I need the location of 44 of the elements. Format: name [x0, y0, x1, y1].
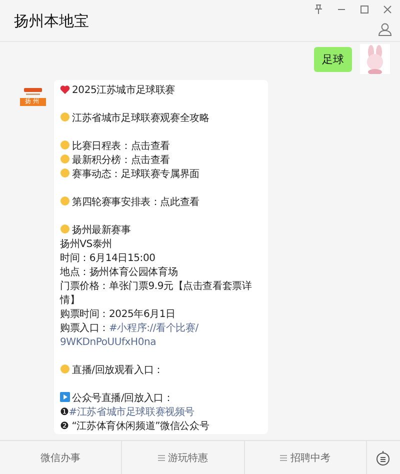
article-line: 门票价格：单张门票9.9元【点击查看套票详情】: [60, 280, 253, 308]
menu-tab[interactable]: 微信办事: [0, 441, 122, 474]
menu-tab[interactable]: 游玩特惠: [122, 441, 245, 474]
heart-icon: [60, 85, 70, 94]
article-line: 比赛日程表：点击查看: [60, 140, 262, 154]
menu-icon: [280, 454, 288, 460]
article-line: 地点：扬州体育公园体育场: [60, 266, 179, 280]
play-icon: [60, 392, 70, 402]
dot-icon: [60, 364, 70, 374]
article-link[interactable]: 9WKDnPoUUfxH0na: [60, 337, 156, 348]
logo-icon: [24, 88, 42, 96]
article-card[interactable]: [54, 80, 268, 434]
person-icon[interactable]: [378, 22, 392, 36]
article-line: 江苏省城市足球联赛观赛全攻略: [60, 112, 262, 126]
menu-circle-icon: [376, 450, 390, 466]
article-line: 扬州最新赛事: [60, 224, 262, 238]
window-title: 扬州本地宝: [14, 12, 89, 32]
avatar-icon: [360, 44, 390, 74]
article-line: 最新积分榜：点击查看: [60, 154, 262, 168]
close-icon[interactable]: [383, 4, 392, 14]
article-line: 2025江苏城市足球联赛: [60, 84, 262, 98]
article-line: 时间：6月14日15:00: [60, 252, 156, 266]
maximize-icon[interactable]: [360, 4, 369, 14]
article-line: 赛事动态：足球联赛专属界面: [60, 168, 262, 182]
article-line: 公众号直播/回放入口：: [60, 392, 262, 406]
article-link[interactable]: #江苏省城市足球联赛视频号: [68, 407, 195, 418]
article-line: ❷ “江苏体育休闲频道”微信公众号: [60, 420, 210, 434]
dot-icon: [60, 224, 70, 234]
pin-icon[interactable]: [314, 4, 323, 14]
dot-icon: [60, 196, 70, 206]
article-line: 购票时间：2025年6月1日: [60, 308, 176, 322]
article-link[interactable]: #小程序://看个比赛/: [109, 323, 198, 334]
dot-icon: [60, 140, 70, 150]
menu-icon: [158, 454, 165, 460]
article-line: 购票入口：#小程序://看个比赛/: [60, 322, 200, 336]
dot-icon: [60, 154, 70, 164]
article-line: 扬州VS泰州: [60, 238, 113, 252]
message-bubble: 足球: [314, 46, 352, 72]
article-line: ❶#江苏省城市足球联赛视频号: [60, 406, 196, 420]
dot-icon: [60, 112, 70, 122]
dot-icon: [60, 168, 70, 178]
menu-tab[interactable]: 招聘中考: [244, 441, 367, 474]
article-line: 直播/回放观看入口：: [60, 364, 262, 378]
article-line: 第四轮赛事安排表：点此查看: [60, 196, 262, 210]
